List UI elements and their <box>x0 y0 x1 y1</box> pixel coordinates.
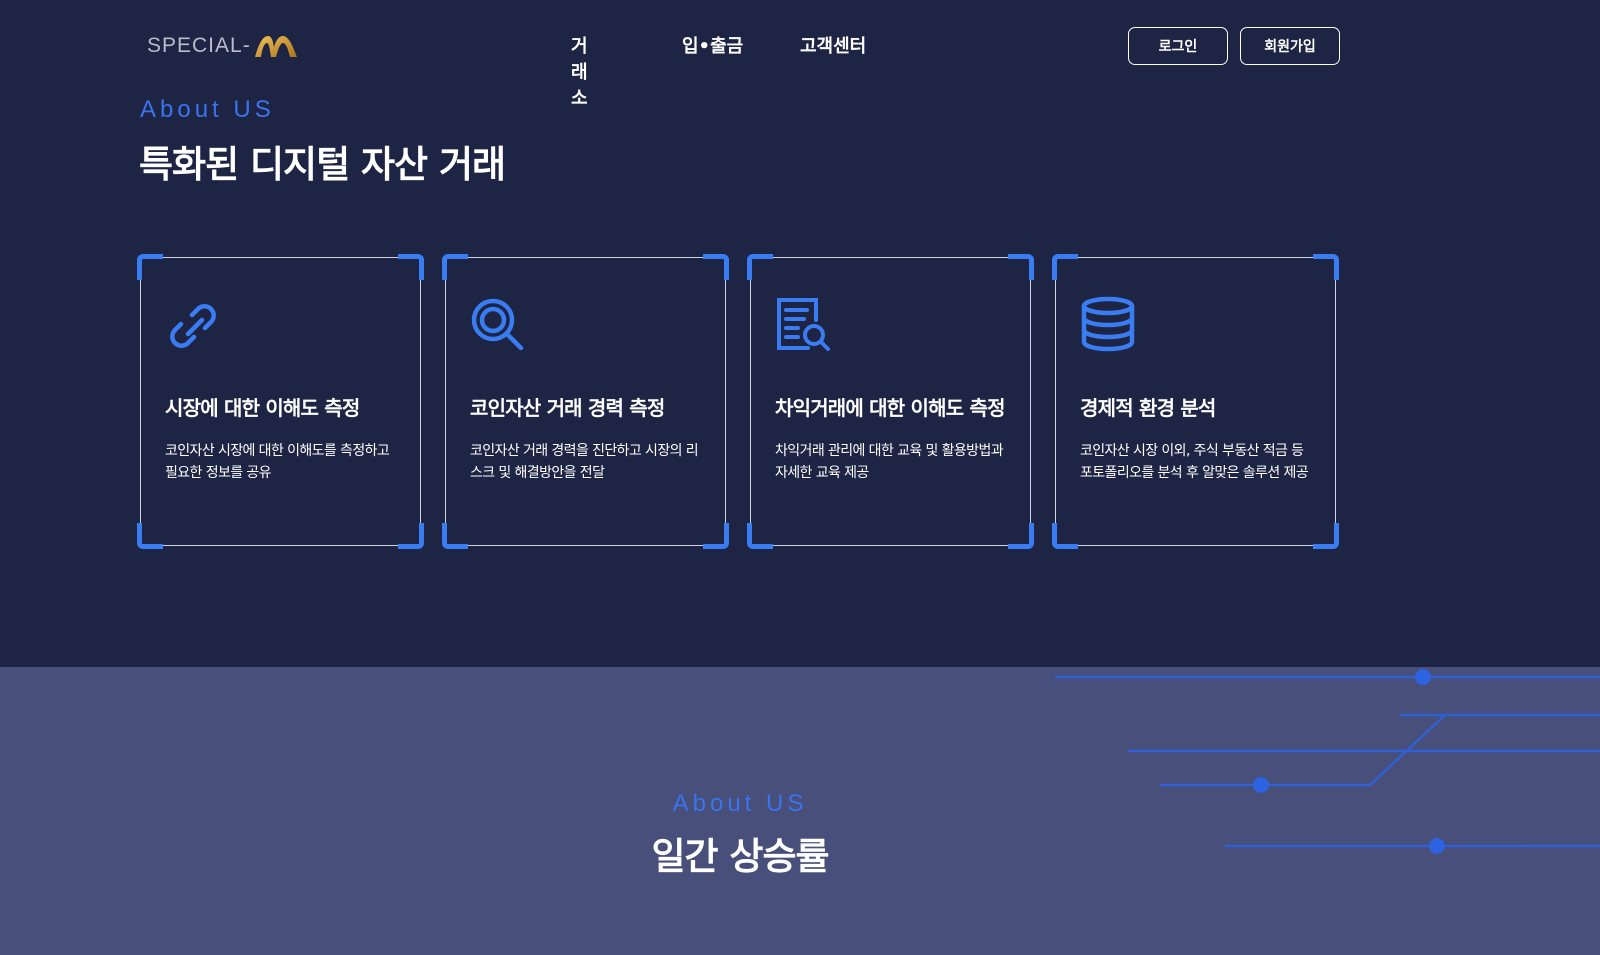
card-corner <box>1052 523 1078 549</box>
card-corner <box>398 254 424 280</box>
link-icon <box>170 304 216 348</box>
magnifier-icon <box>471 298 524 351</box>
feature-card-market: 시장에 대한 이해도 측정 코인자산 시장에 대한 이해도를 측정하고 필요한 … <box>137 254 424 549</box>
feature-card-economic-analysis: 경제적 환경 분석 코인자산 시장 이외, 주식 부동산 적금 등 포토폴리오를… <box>1052 254 1339 549</box>
database-icon <box>1081 296 1135 352</box>
signup-button[interactable]: 회원가입 <box>1240 27 1340 65</box>
nav-exchange[interactable]: 거래소 <box>571 32 588 110</box>
card-corner <box>1052 254 1078 280</box>
card-corner <box>1008 523 1034 549</box>
card-corner <box>747 523 773 549</box>
card-corner <box>137 254 163 280</box>
card-corner <box>1008 254 1034 280</box>
nav-customer-center[interactable]: 고객센터 <box>800 32 866 58</box>
logo-text: SPECIAL- <box>147 34 251 57</box>
card-corner <box>747 254 773 280</box>
card-corner <box>442 254 468 280</box>
nav-deposit-withdraw[interactable]: 입•출금 <box>682 32 743 58</box>
card-title: 시장에 대한 이해도 측정 <box>165 396 360 420</box>
section-title: 특화된 디지털 자산 거래 <box>139 143 506 186</box>
feature-card-arbitrage: 차익거래에 대한 이해도 측정 차익거래 관리에 대한 교육 및 활용방법과 자… <box>747 254 1034 549</box>
card-corner <box>703 254 729 280</box>
card-title: 코인자산 거래 경력 측정 <box>470 396 665 420</box>
card-corner <box>1313 523 1339 549</box>
card-corner <box>703 523 729 549</box>
card-corner <box>442 523 468 549</box>
card-corner <box>137 523 163 549</box>
logo-m-mark <box>254 36 297 57</box>
section-eyebrow: About US <box>140 96 275 123</box>
card-description: 코인자산 시장 이외, 주식 부동산 적금 등 포토폴리오를 분석 후 알맞은 … <box>1080 443 1309 481</box>
feature-card-trading-career: 코인자산 거래 경력 측정 코인자산 거래 경력을 진단하고 시장의 리스크 및… <box>442 254 729 549</box>
section-eyebrow: About US <box>672 790 808 817</box>
login-button[interactable]: 로그인 <box>1128 27 1228 65</box>
card-corner <box>398 523 424 549</box>
card-description: 차익거래 관리에 대한 교육 및 활용방법과 자세한 교육 제공 <box>775 443 1004 481</box>
card-corner <box>1313 254 1339 280</box>
card-description: 코인자산 시장에 대한 이해도를 측정하고 필요한 정보를 공유 <box>165 443 390 481</box>
document-search-icon <box>777 298 830 351</box>
logo[interactable]: SPECIAL- <box>147 30 299 62</box>
card-description: 코인자산 거래 경력을 진단하고 시장의 리스크 및 해결방안을 전달 <box>470 443 699 481</box>
section-title: 일간 상승률 <box>651 835 829 878</box>
card-title: 차익거래에 대한 이해도 측정 <box>775 396 1006 420</box>
card-title: 경제적 환경 분석 <box>1080 396 1216 420</box>
